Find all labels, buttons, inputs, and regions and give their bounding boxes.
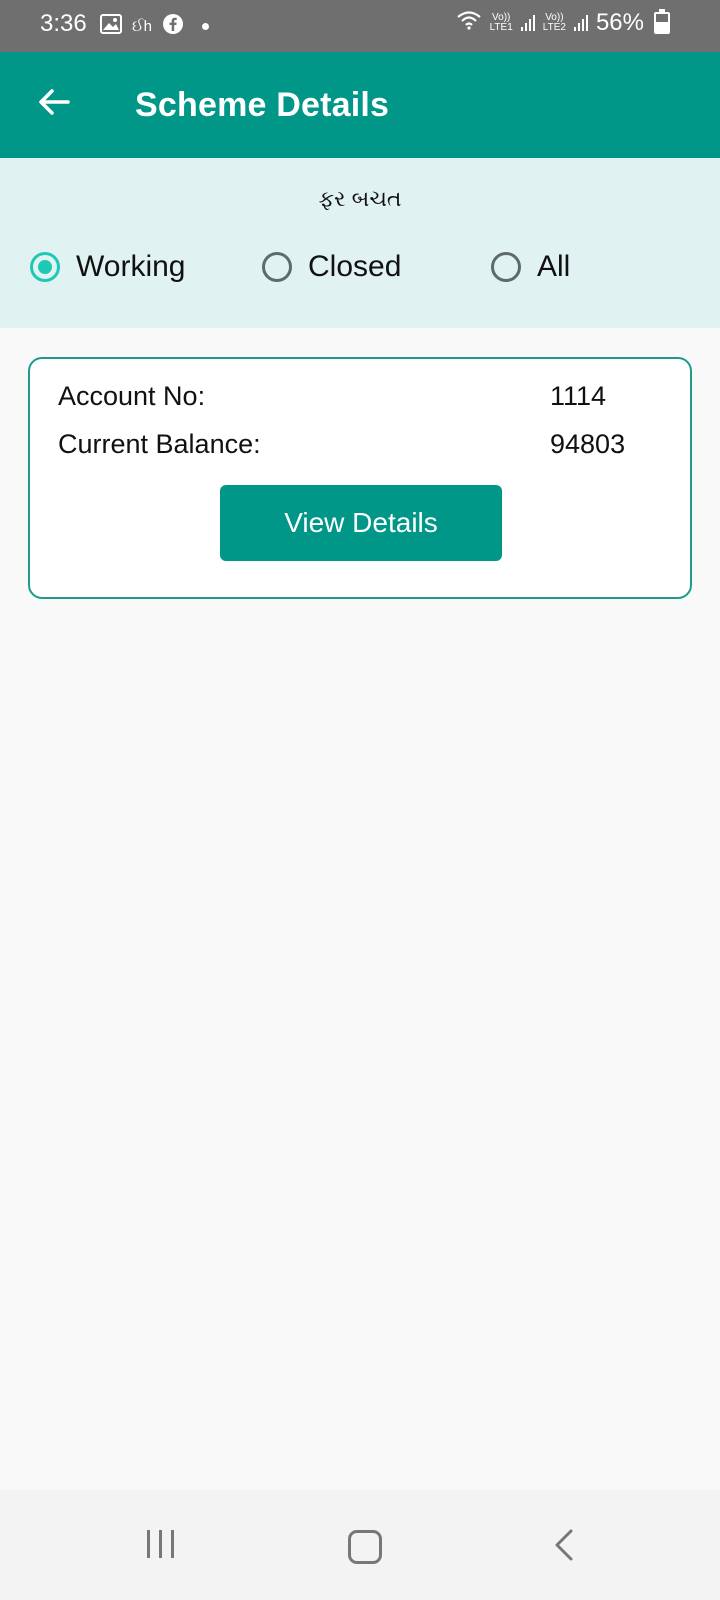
battery-fill [656,21,668,32]
facebook-icon [162,13,184,40]
page-title: Scheme Details [135,86,390,124]
sim2-label: LTE2 [542,22,566,33]
radio-unchecked-icon [491,252,521,282]
signal-icon [520,15,535,31]
balance-value: 94803 [550,429,626,459]
system-nav-bar [0,1490,720,1600]
app-bar: Scheme Details [0,52,720,158]
balance-label: Current Balance: [58,429,261,459]
status-right: Vo)) LTE1 Vo)) LTE2 56% [456,9,670,37]
dot-icon [201,23,209,30]
battery-percent: 56% [595,9,644,36]
radio-checked-icon [30,252,60,282]
radio-working-label: Working [76,250,186,283]
account-no-label: Account No: [58,381,206,411]
gallery-icon [100,14,122,39]
radio-closed[interactable]: Closed [262,250,401,284]
battery-icon [654,9,670,34]
view-details-button[interactable]: View Details [220,485,502,561]
sim1-lte: Vo)) LTE1 [490,13,513,33]
sim1-label: LTE1 [489,22,513,33]
wifi-icon [456,9,482,37]
radio-working[interactable]: Working [30,250,185,284]
signal-icon-2 [573,15,588,31]
radio-all-label: All [537,250,571,283]
status-time: 3:36 [40,10,87,37]
radio-closed-label: Closed [308,250,402,283]
sim2-lte: Vo)) LTE2 [543,13,566,33]
status-bar: 3:36 ઈh Vo)) LTE1 Vo)) LTE2 56% [0,0,720,52]
notif-text: ઈh [132,18,152,35]
scheme-name: ફર બચત [318,186,402,211]
account-card: Account No: 1114 Current Balance: 94803 … [28,357,692,599]
recents-icon[interactable] [147,1530,174,1558]
back-icon[interactable] [552,1528,576,1567]
notification-icons: ઈh [100,13,209,40]
filter-panel: ફર બચત Working Closed All [0,158,720,328]
home-icon[interactable] [348,1530,382,1564]
radio-all[interactable]: All [491,250,570,284]
radio-unchecked-icon [262,252,292,282]
back-arrow-icon[interactable] [34,82,74,122]
account-no-value: 1114 [550,381,607,411]
